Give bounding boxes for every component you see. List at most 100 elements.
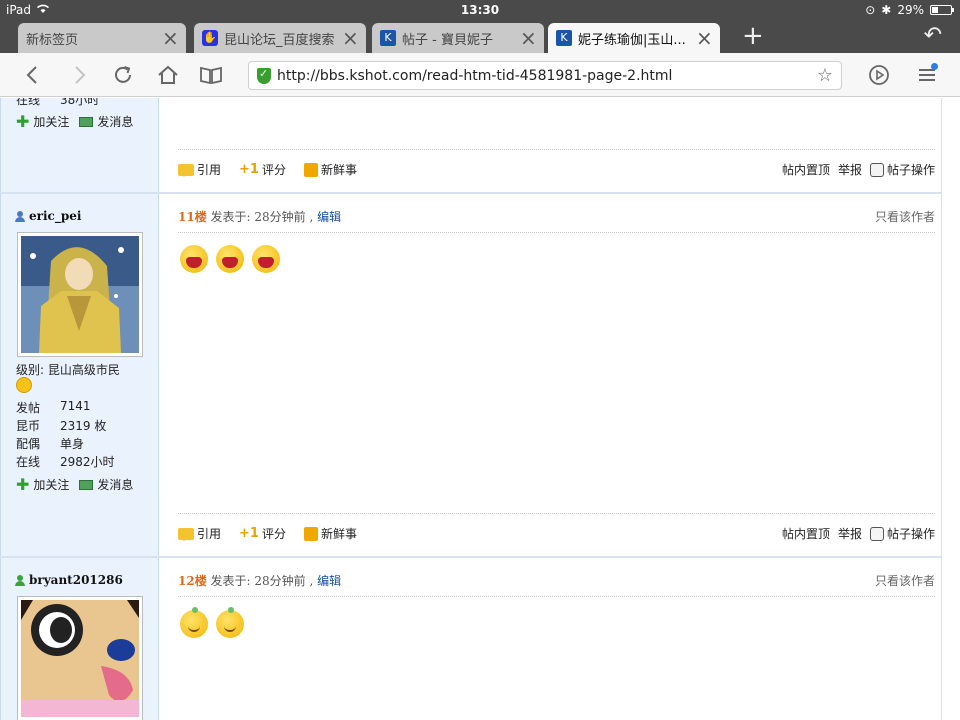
bookmarks-icon[interactable] <box>198 62 224 88</box>
post-floor-12: bryant201286 12楼 发表于: 28分钟前 , 编辑 只看该作者 <box>0 558 942 720</box>
quote-button[interactable]: 引用 <box>178 525 221 542</box>
post-content <box>180 245 280 273</box>
close-icon[interactable]: × <box>342 28 359 48</box>
stat-online: 在线 38小时 <box>16 98 100 107</box>
reload-icon[interactable] <box>110 62 136 88</box>
play-video-icon[interactable] <box>866 62 892 88</box>
baidu-icon: ✋ <box>202 30 218 46</box>
smiling-emoji-icon <box>180 607 208 638</box>
post-body: 12楼 发表于: 28分钟前 , 编辑 只看该作者 <box>160 558 942 720</box>
avatar[interactable] <box>17 232 143 357</box>
message-button[interactable]: 发消息 <box>79 113 133 130</box>
edit-link[interactable]: 编辑 <box>317 210 341 224</box>
quote-icon <box>178 163 194 177</box>
quote-button[interactable]: 引用 <box>178 161 221 178</box>
laughing-emoji-icon <box>216 245 244 273</box>
post-body: 11楼 发表于: 28分钟前 , 编辑 只看该作者 引用 +1 评分 新鲜事 帖内 <box>160 194 942 556</box>
notification-dot <box>931 63 938 70</box>
tab-title: 昆山论坛_百度搜索 <box>224 32 335 48</box>
tab-strip: 新标签页 × ✋ 昆山论坛_百度搜索 × K 帖子 - 寶貝妮子 × K 妮子练… <box>0 20 960 137</box>
tab-thread[interactable]: K 帖子 - 寶貝妮子 × <box>372 23 544 53</box>
plus-one-icon: +1 <box>239 526 259 541</box>
follow-button[interactable]: ✚ 加关注 <box>16 113 69 130</box>
floor-number: 12楼 <box>178 574 207 588</box>
user-actions: ✚ 加关注 发消息 <box>16 476 133 493</box>
message-button[interactable]: 发消息 <box>79 476 133 493</box>
post-time: 发表于: 28分钟前 , <box>210 574 314 588</box>
username[interactable]: bryant201286 <box>15 573 123 587</box>
close-icon[interactable]: × <box>162 28 179 48</box>
only-author-link[interactable]: 只看该作者 <box>875 208 935 225</box>
forward-icon[interactable] <box>66 62 92 88</box>
back-icon[interactable] <box>20 62 46 88</box>
checkbox-icon <box>869 162 884 177</box>
plus-icon: ✚ <box>16 111 30 131</box>
home-icon[interactable] <box>155 62 181 88</box>
avatar-image <box>21 236 139 353</box>
mail-icon <box>79 116 94 127</box>
avatar-image <box>21 600 139 717</box>
checkbox-icon <box>869 526 884 541</box>
post-ops-button[interactable]: 帖子操作 <box>869 161 935 178</box>
only-author-link[interactable]: 只看该作者 <box>875 572 935 589</box>
close-icon[interactable]: × <box>520 28 537 48</box>
tab-title: 妮子练瑜伽|玉山... <box>578 32 686 48</box>
address-bar[interactable]: http://bbs.kshot.com/read-htm-tid-458198… <box>248 61 842 90</box>
post-ops-button[interactable]: 帖子操作 <box>869 525 935 542</box>
post-header: 12楼 发表于: 28分钟前 , 编辑 只看该作者 <box>178 572 935 589</box>
tab-baidu-search[interactable]: ✋ 昆山论坛_百度搜索 × <box>194 23 366 53</box>
pin-in-thread-link[interactable]: 帖内置顶 <box>782 161 830 178</box>
news-icon <box>303 526 318 541</box>
orientation-lock-icon: ⊙ <box>865 3 876 17</box>
stat-online: 在线 2982小时 <box>16 455 115 469</box>
user-icon <box>15 210 25 222</box>
tab-current[interactable]: K 妮子练瑜伽|玉山... × <box>548 23 720 53</box>
status-bar: iPad 13:30 ⊙ ✱ 29% <box>0 0 960 20</box>
clock: 13:30 <box>460 3 500 17</box>
bookmark-star-icon[interactable]: ☆ <box>817 65 833 86</box>
tab-new-tab[interactable]: 新标签页 × <box>18 23 186 137</box>
edit-link[interactable]: 编辑 <box>317 574 341 588</box>
rate-button[interactable]: +1 评分 <box>239 525 286 542</box>
smiling-emoji-icon <box>216 607 244 638</box>
new-tab-button[interactable]: + <box>742 22 764 50</box>
tab-title: 帖子 - 寶貝妮子 <box>402 32 493 48</box>
secure-shield-icon <box>257 67 271 84</box>
plus-icon: ✚ <box>16 474 30 494</box>
divider <box>178 513 935 514</box>
post-body: 引用 +1 评分 新鲜事 帖内置顶 举报 帖子操作 <box>160 98 942 192</box>
close-icon[interactable]: × <box>696 28 713 48</box>
battery-icon <box>930 5 954 15</box>
user-sidebar: eric_pei 级别: 昆山高级市民 发帖 7141 昆币 2319 枚 配偶… <box>0 194 159 556</box>
avatar[interactable] <box>17 596 143 720</box>
report-link[interactable]: 举报 <box>838 161 862 178</box>
report-link[interactable]: 举报 <box>838 525 862 542</box>
news-button[interactable]: 新鲜事 <box>303 525 357 542</box>
post-time: 发表于: 28分钟前 , <box>210 210 314 224</box>
post-header: 11楼 发表于: 28分钟前 , 编辑 只看该作者 <box>178 208 935 225</box>
username[interactable]: eric_pei <box>15 209 81 223</box>
site-icon: K <box>380 30 396 46</box>
floor-number: 11楼 <box>178 210 207 224</box>
news-button[interactable]: 新鲜事 <box>303 161 357 178</box>
divider <box>178 596 935 597</box>
follow-button[interactable]: ✚ 加关注 <box>16 476 69 493</box>
user-level: 级别: 昆山高级市民 <box>16 363 120 377</box>
site-icon: K <box>556 30 572 46</box>
mail-icon <box>79 479 94 490</box>
user-sidebar: bryant201286 <box>0 558 159 720</box>
divider <box>178 232 935 233</box>
url-text[interactable]: http://bbs.kshot.com/read-htm-tid-458198… <box>277 68 672 84</box>
undo-close-tab-icon[interactable]: ↶ <box>924 22 942 50</box>
rate-button[interactable]: +1 评分 <box>239 161 286 178</box>
divider <box>178 149 935 150</box>
stat-coins: 昆币 2319 枚 <box>16 419 107 433</box>
tab-title: 新标签页 <box>26 32 79 48</box>
pin-in-thread-link[interactable]: 帖内置顶 <box>782 525 830 542</box>
level-emoticon-icon <box>16 377 32 393</box>
browser-toolbar: http://bbs.kshot.com/read-htm-tid-458198… <box>0 53 960 97</box>
stat-posts: 发帖 7141 <box>16 399 91 415</box>
quote-icon <box>178 527 194 541</box>
post-floor-11: eric_pei 级别: 昆山高级市民 发帖 7141 昆币 2319 枚 配偶… <box>0 194 942 558</box>
user-icon <box>15 574 25 586</box>
